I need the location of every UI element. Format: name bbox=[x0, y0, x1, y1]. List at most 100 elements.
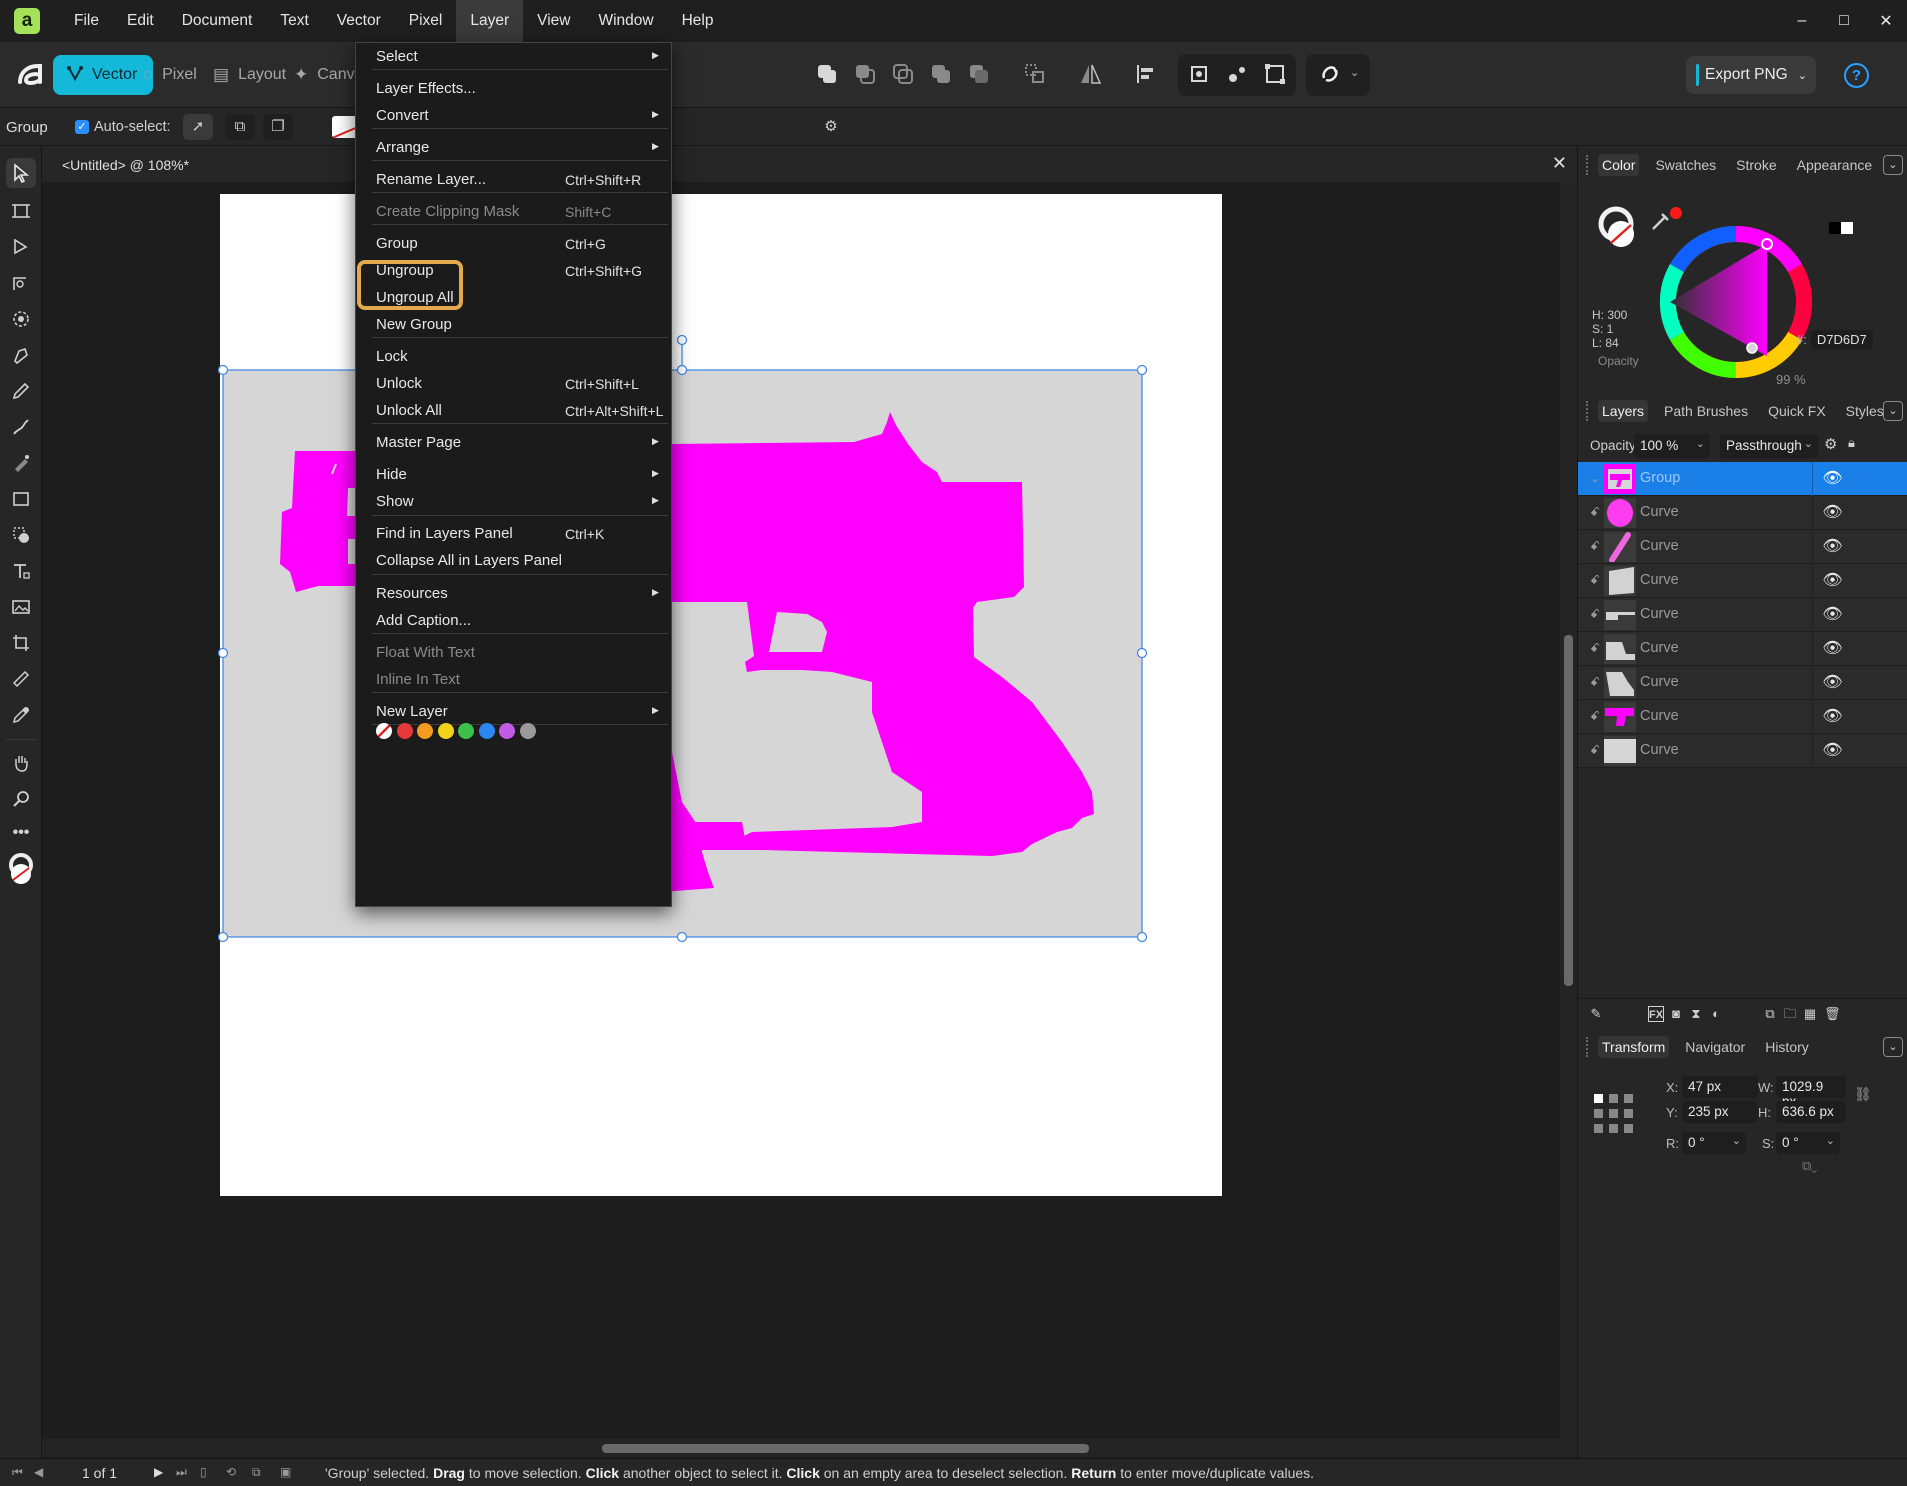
anchor-point-grid[interactable] bbox=[1594, 1094, 1634, 1134]
color-picker-tool-icon[interactable] bbox=[6, 700, 36, 730]
h-field[interactable]: 636.6 px bbox=[1776, 1101, 1846, 1123]
menu-edit[interactable]: Edit bbox=[113, 0, 168, 42]
fx-icon[interactable]: FX bbox=[1648, 1006, 1664, 1022]
tab-styles[interactable]: Styles bbox=[1842, 400, 1888, 422]
vertical-scrollbar[interactable] bbox=[1560, 182, 1577, 1439]
node-tool-icon[interactable] bbox=[6, 232, 36, 262]
page-icon[interactable]: ▯ bbox=[200, 1465, 214, 1479]
menu-item-master-page[interactable]: Master Page ▶ bbox=[356, 429, 671, 457]
layer-lock-icon[interactable]: ꗃ bbox=[1590, 709, 1600, 724]
mask-icon[interactable]: ◙ bbox=[1668, 1006, 1684, 1022]
spread-icon[interactable]: ⟲ bbox=[226, 1465, 240, 1479]
minimize-button[interactable]: – bbox=[1781, 0, 1823, 42]
persona-pixel-button[interactable]: ◌ Pixel bbox=[143, 55, 197, 95]
duplicate-page-icon[interactable]: ⧉ bbox=[252, 1465, 266, 1479]
visibility-eye-icon[interactable]: 👁︎ bbox=[1812, 632, 1852, 666]
menu-file[interactable]: File bbox=[60, 0, 113, 42]
pencil-tool-icon[interactable] bbox=[6, 376, 36, 406]
shape-builder-tool-icon[interactable] bbox=[6, 520, 36, 550]
chevron-down-icon[interactable]: ⌄ bbox=[1883, 1037, 1903, 1057]
menu-document[interactable]: Document bbox=[168, 0, 267, 42]
vector-crop-tool-icon[interactable] bbox=[6, 628, 36, 658]
add-pixel-layer-icon[interactable]: ⧉ bbox=[1762, 1006, 1778, 1022]
menu-item-arrange[interactable]: Arrange ▶ bbox=[356, 134, 671, 162]
layer-lock-icon[interactable]: ꗃ bbox=[1590, 573, 1600, 588]
zoom-tool-icon[interactable] bbox=[6, 784, 36, 814]
export-png-button[interactable]: Export PNG ⌄ bbox=[1686, 56, 1816, 94]
menu-vector[interactable]: Vector bbox=[323, 0, 395, 42]
layer-row[interactable]: ⌄ Group 👁︎ bbox=[1578, 462, 1907, 496]
y-field[interactable]: 235 px bbox=[1682, 1101, 1758, 1123]
black-swatch[interactable] bbox=[1829, 222, 1841, 234]
persona-canva-button[interactable]: ✦ Canva bbox=[294, 55, 364, 95]
layer-row[interactable]: ꗃ Curve 👁︎ bbox=[1578, 734, 1907, 768]
x-field[interactable]: 47 px bbox=[1682, 1076, 1758, 1098]
app-logo-icon[interactable]: a bbox=[14, 8, 40, 34]
tab-transform[interactable]: Transform bbox=[1598, 1036, 1670, 1058]
menu-item-unlock[interactable]: Unlock Ctrl+Shift+L bbox=[356, 370, 671, 398]
menu-item-new-group[interactable]: New Group bbox=[356, 311, 671, 339]
shear-field[interactable]: 0 ° ⌄ bbox=[1776, 1132, 1840, 1154]
layer-row[interactable]: ꗃ Curve 👁︎ bbox=[1578, 632, 1907, 666]
opacity-value[interactable]: 99 % bbox=[1776, 372, 1806, 387]
menu-item-add-caption[interactable]: Add Caption... bbox=[356, 607, 671, 635]
corner-tool-icon[interactable] bbox=[6, 268, 36, 298]
panel-grip-icon[interactable] bbox=[1586, 155, 1589, 175]
color-tag-2[interactable] bbox=[417, 723, 433, 739]
visibility-eye-icon[interactable]: 👁︎ bbox=[1812, 530, 1852, 564]
menu-view[interactable]: View bbox=[523, 0, 584, 42]
visibility-eye-icon[interactable]: 👁︎ bbox=[1812, 462, 1852, 496]
scroll-thumb[interactable] bbox=[602, 1444, 1089, 1453]
layer-lock-icon[interactable]: ꗃ bbox=[1590, 675, 1600, 690]
menu-item-find-in-layers-panel[interactable]: Find in Layers Panel Ctrl+K bbox=[356, 520, 671, 548]
divide-boolean-icon[interactable] bbox=[967, 62, 993, 88]
visibility-eye-icon[interactable]: 👁︎ bbox=[1812, 496, 1852, 530]
rectangle-tool-icon[interactable] bbox=[6, 484, 36, 514]
tab-swatches[interactable]: Swatches bbox=[1651, 154, 1720, 176]
color-tag-4[interactable] bbox=[458, 723, 474, 739]
panel-grip-icon[interactable] bbox=[1586, 1037, 1589, 1057]
tab-navigator[interactable]: Navigator bbox=[1681, 1036, 1749, 1058]
rotation-field[interactable]: 0 ° ⌄ bbox=[1682, 1132, 1746, 1154]
menu-item-resources[interactable]: Resources ▶ bbox=[356, 580, 671, 608]
trash-icon[interactable]: 🗑︎ bbox=[1824, 1006, 1841, 1022]
fill-tool-icon[interactable] bbox=[6, 448, 36, 478]
visibility-eye-icon[interactable]: 👁︎ bbox=[1812, 564, 1852, 598]
add-boolean-icon[interactable] bbox=[815, 62, 841, 88]
scroll-thumb[interactable] bbox=[1564, 635, 1573, 986]
blend-mode-dropdown[interactable]: Passthrough ⌄ bbox=[1720, 434, 1818, 458]
color-tag-6[interactable] bbox=[499, 723, 515, 739]
tab-history[interactable]: History bbox=[1761, 1036, 1813, 1058]
tab-path-brushes[interactable]: Path Brushes bbox=[1660, 400, 1752, 422]
layer-row[interactable]: ꗃ Curve 👁︎ bbox=[1578, 700, 1907, 734]
tab-layers[interactable]: Layers bbox=[1598, 400, 1649, 422]
tab-color[interactable]: Color bbox=[1598, 154, 1640, 176]
layer-row[interactable]: ꗃ Curve 👁︎ bbox=[1578, 530, 1907, 564]
snap-nodes-icon[interactable] bbox=[1225, 62, 1251, 88]
color-tag-5[interactable] bbox=[478, 723, 495, 739]
intersect-boolean-icon[interactable] bbox=[891, 62, 917, 88]
menu-item-group[interactable]: Group Ctrl+G bbox=[356, 230, 671, 258]
menu-window[interactable]: Window bbox=[584, 0, 667, 42]
gear-icon[interactable]: ⚙ bbox=[1824, 435, 1837, 453]
select-intersect-icon[interactable]: ⧉ bbox=[225, 114, 255, 140]
menu-layer[interactable]: Layer bbox=[456, 0, 524, 42]
menu-item-select[interactable]: Select ▶ bbox=[356, 43, 671, 71]
fill-stroke-mini-icon[interactable] bbox=[1598, 206, 1634, 247]
layer-lock-icon[interactable]: ꗃ bbox=[1590, 607, 1600, 622]
add-group-icon[interactable]: 🗀︎ bbox=[1782, 1006, 1798, 1022]
menu-item-rename-layer[interactable]: Rename Layer... Ctrl+Shift+R bbox=[356, 166, 671, 194]
layer-lock-icon[interactable]: ꗃ bbox=[1590, 505, 1600, 520]
align-icon[interactable] bbox=[1134, 62, 1160, 88]
image-tool-icon[interactable] bbox=[6, 592, 36, 622]
color-tag-3[interactable] bbox=[437, 723, 454, 739]
close-document-icon[interactable]: ✕ bbox=[1552, 153, 1567, 174]
visibility-eye-icon[interactable]: 👁︎ bbox=[1812, 734, 1852, 768]
layer-lock-icon[interactable]: ꗃ bbox=[1590, 743, 1600, 758]
flip-horizontal-icon[interactable] bbox=[1078, 62, 1104, 88]
maximize-button[interactable]: □ bbox=[1823, 0, 1865, 42]
expand-chevron-icon[interactable]: ⌄ bbox=[1590, 471, 1600, 485]
menu-help[interactable]: Help bbox=[668, 0, 728, 42]
combine-icon[interactable] bbox=[1023, 62, 1049, 88]
hand-tool-icon[interactable] bbox=[6, 748, 36, 778]
